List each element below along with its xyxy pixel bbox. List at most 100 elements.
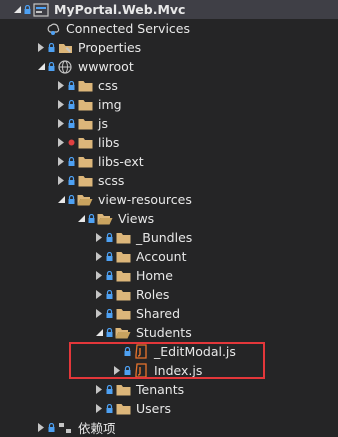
folder-label: Shared [136, 306, 181, 321]
expand-arrow-icon[interactable] [94, 285, 104, 304]
lock-icon [104, 247, 114, 266]
expand-arrow-icon[interactable] [56, 171, 66, 190]
expand-arrow-icon[interactable] [56, 152, 66, 171]
lock-icon [104, 285, 114, 304]
project-label: MyPortal.Web.Mvc [54, 2, 186, 17]
collapse-arrow-icon[interactable] [56, 190, 66, 209]
expand-arrow-icon[interactable] [94, 399, 104, 418]
expand-arrow-icon[interactable] [94, 304, 104, 323]
tree-item-roles[interactable]: Roles [0, 285, 338, 304]
collapse-arrow-icon[interactable] [36, 57, 46, 76]
tree-item-libs-ext[interactable]: libs-ext [0, 152, 338, 171]
lock-icon [104, 380, 114, 399]
folder-label: css [98, 78, 118, 93]
tree-item-shared[interactable]: Shared [0, 304, 338, 323]
lock-icon [104, 266, 114, 285]
collapse-arrow-icon[interactable] [12, 0, 22, 19]
lock-icon [104, 399, 114, 418]
lock-icon [66, 114, 76, 133]
excluded-dot-icon [66, 133, 76, 152]
js-file-icon [132, 342, 150, 361]
lock-icon [104, 323, 114, 342]
tree-item-scss[interactable]: scss [0, 171, 338, 190]
expand-arrow-icon[interactable] [56, 133, 66, 152]
folder-icon [76, 171, 94, 190]
lock-icon [66, 190, 76, 209]
lock-icon [86, 209, 96, 228]
folder-label: js [98, 116, 108, 131]
expand-arrow-icon[interactable] [94, 266, 104, 285]
lock-icon [66, 152, 76, 171]
expand-arrow-icon[interactable] [56, 114, 66, 133]
properties-icon [56, 38, 74, 57]
lock-icon [46, 418, 56, 437]
folder-label: libs-ext [98, 154, 144, 169]
folder-label: Roles [136, 287, 170, 302]
folder-icon [114, 285, 132, 304]
expand-arrow-icon[interactable] [56, 95, 66, 114]
expand-arrow-icon[interactable] [36, 418, 46, 437]
folder-icon [76, 76, 94, 95]
tree-item-libs[interactable]: libs [0, 133, 338, 152]
expand-arrow-icon[interactable] [36, 38, 46, 57]
lock-icon [122, 342, 132, 361]
folder-label: Users [136, 401, 172, 416]
web-project-icon [32, 0, 50, 19]
lock-icon [66, 171, 76, 190]
lock-icon [22, 0, 32, 19]
tree-item-wwwroot[interactable]: wwwroot [0, 57, 338, 76]
expand-arrow-icon[interactable] [94, 228, 104, 247]
folder-icon [114, 304, 132, 323]
folder-label: view-resources [98, 192, 192, 207]
lock-icon [104, 304, 114, 323]
tree-item-properties[interactable]: Properties [0, 38, 338, 57]
tree-item-dependencies[interactable]: 依赖项 [0, 418, 338, 437]
folder-open-icon [76, 190, 94, 209]
folder-label: Tenants [136, 382, 185, 397]
dependencies-label: 依赖项 [78, 421, 116, 436]
tree-item-edit-modal-js[interactable]: _EditModal.js [0, 342, 338, 361]
lock-icon [66, 76, 76, 95]
tree-item-students[interactable]: Students [0, 323, 338, 342]
folder-label: Students [136, 325, 192, 340]
folder-label: libs [98, 135, 120, 150]
expand-arrow-icon[interactable] [56, 76, 66, 95]
tree-item-connected-services[interactable]: Connected Services [0, 19, 338, 38]
tree-item-bundles[interactable]: _Bundles [0, 228, 338, 247]
folder-label: _Bundles [136, 230, 193, 245]
expand-arrow-icon[interactable] [94, 380, 104, 399]
tree-item-css[interactable]: css [0, 76, 338, 95]
folder-icon [114, 266, 132, 285]
tree-item-views[interactable]: Views [0, 209, 338, 228]
tree-item-project[interactable]: MyPortal.Web.Mvc [0, 0, 338, 19]
tree-item-view-resources[interactable]: view-resources [0, 190, 338, 209]
tree-item-img[interactable]: img [0, 95, 338, 114]
file-label: Index.js [154, 363, 203, 378]
folder-label: Views [118, 211, 155, 226]
expand-arrow-icon[interactable] [94, 247, 104, 266]
file-label: _EditModal.js [154, 344, 236, 359]
folder-open-icon [96, 209, 114, 228]
collapse-arrow-icon[interactable] [76, 209, 86, 228]
tree-item-account[interactable]: Account [0, 247, 338, 266]
folder-icon [76, 95, 94, 114]
tree-item-home[interactable]: Home [0, 266, 338, 285]
tree-item-js[interactable]: js [0, 114, 338, 133]
tree-item-tenants[interactable]: Tenants [0, 380, 338, 399]
folder-label: scss [98, 173, 125, 188]
folder-icon [76, 152, 94, 171]
globe-icon [56, 57, 74, 76]
properties-label: Properties [78, 40, 142, 55]
tree-item-users[interactable]: Users [0, 399, 338, 418]
folder-icon [76, 133, 94, 152]
collapse-arrow-icon[interactable] [94, 323, 104, 342]
lock-icon [66, 95, 76, 114]
lock-icon [46, 38, 56, 57]
folder-open-icon [114, 323, 132, 342]
connected-services-icon [44, 19, 62, 38]
expand-arrow-icon[interactable] [112, 361, 122, 380]
folder-label: Home [136, 268, 173, 283]
tree-item-index-js[interactable]: Index.js [0, 361, 338, 380]
folder-icon [114, 228, 132, 247]
folder-icon [114, 247, 132, 266]
